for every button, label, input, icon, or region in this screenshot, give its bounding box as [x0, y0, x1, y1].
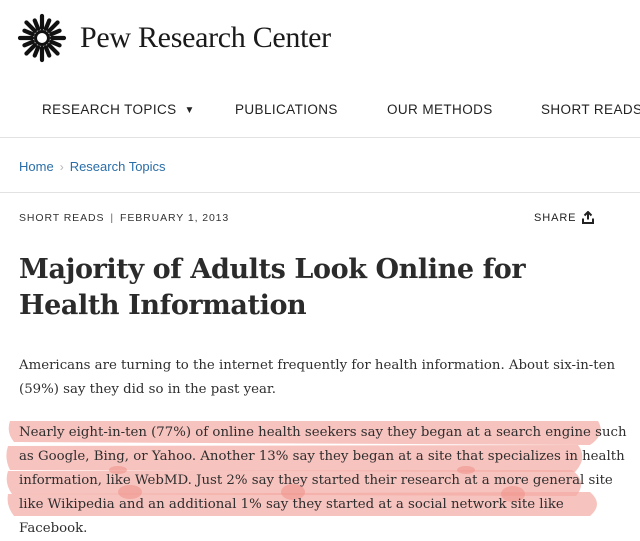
share-upload-icon [582, 211, 595, 224]
breadcrumb: Home › Research Topics [19, 159, 166, 174]
article-paragraph-1: Americans are turning to the internet fr… [19, 354, 629, 402]
nav-divider [0, 137, 640, 138]
logo-ray [24, 42, 38, 56]
brand-logo[interactable]: Pew Research Center [16, 12, 331, 64]
logo-ray [22, 39, 35, 48]
share-label: SHARE [534, 211, 577, 224]
main-nav: RESEARCH TOPICS ▼ PUBLICATIONS OUR METHOD… [0, 92, 640, 128]
nav-research-topics[interactable]: RESEARCH TOPICS ▼ [42, 102, 195, 117]
logo-ray [43, 18, 52, 31]
article-meta: SHORT READS | FEBRUARY 1, 2013 [19, 212, 229, 224]
article-paragraph-2: Nearly eight-in-ten (77%) of online heal… [19, 421, 629, 541]
logo-ray [46, 20, 60, 34]
article-title: Majority of Adults Look Online for Healt… [19, 252, 619, 324]
meta-separator: | [110, 212, 115, 224]
article-title-line1: Majority of Adults Look Online for [19, 254, 526, 285]
nav-short-reads[interactable]: SHORT READS [541, 102, 640, 117]
nav-research-topics-label: RESEARCH TOPICS [42, 102, 177, 117]
caret-down-icon: ▼ [184, 105, 195, 116]
logo-ray [32, 45, 41, 58]
logo-ray [22, 28, 35, 37]
nav-publications[interactable]: PUBLICATIONS [235, 102, 338, 117]
paragraph2-line2: as Google, Bing, or Yahoo. Another 13% s… [19, 449, 625, 464]
logo-ray [46, 42, 60, 56]
article-title-line2: Health Information [19, 290, 307, 321]
paragraph1-line2: (59%) say they did so in the past year. [19, 382, 277, 397]
logo-ray [24, 20, 38, 34]
breadcrumb-divider [0, 192, 640, 193]
sunburst-logo-icon [17, 13, 67, 63]
logo-ray [43, 45, 52, 58]
breadcrumb-home[interactable]: Home [19, 159, 54, 174]
article-category[interactable]: SHORT READS [19, 212, 104, 224]
article-date: FEBRUARY 1, 2013 [120, 212, 230, 224]
paragraph1-line1: Americans are turning to the internet fr… [19, 358, 616, 373]
paragraph2-line4: like Wikipedia and an additional 1% say … [19, 497, 564, 536]
paragraph2-line1: Nearly eight-in-ten (77%) of online heal… [19, 425, 627, 440]
breadcrumb-research-topics[interactable]: Research Topics [70, 159, 166, 174]
chevron-right-icon: › [59, 160, 64, 174]
paragraph2-line3: information, like WebMD. Just 2% say the… [19, 473, 613, 488]
logo-ray [49, 39, 62, 48]
logo-ray [49, 28, 62, 37]
share-button[interactable]: SHARE [534, 211, 595, 224]
logo-ray [32, 18, 41, 31]
nav-our-methods[interactable]: OUR METHODS [387, 102, 493, 117]
brand-name: Pew Research Center [80, 21, 331, 54]
